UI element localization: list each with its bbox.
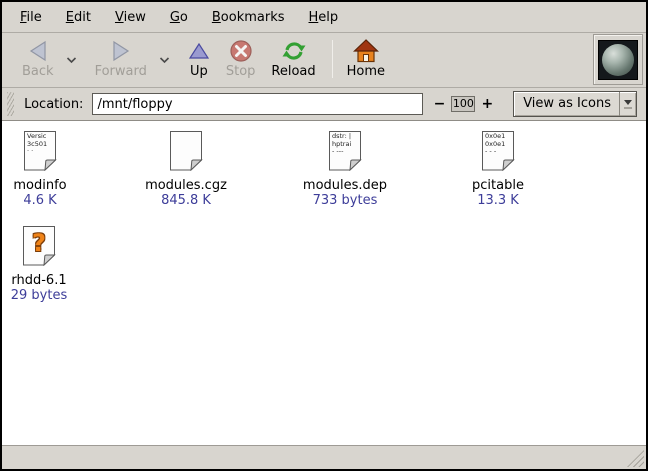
file-item-rhdd[interactable]: ? rhdd-6.1 29 bytes	[0, 225, 109, 303]
file-name: modules.cgz	[116, 178, 256, 193]
file-preview: Versic3c501· ·	[27, 133, 53, 156]
location-label: Location:	[24, 97, 83, 112]
home-label: Home	[347, 64, 385, 80]
document-icon: dstr: |hptrai- ---	[328, 130, 362, 171]
file-item-modinfo[interactable]: Versic3c501· · modinfo 4.6 K	[0, 130, 110, 208]
up-label: Up	[190, 64, 208, 80]
file-size: 13.3 K	[428, 193, 568, 208]
zoom-out-button[interactable]: −	[430, 96, 450, 112]
forward-icon	[109, 37, 133, 64]
file-name: modules.dep	[275, 178, 415, 193]
home-icon	[353, 37, 379, 64]
zoom-level-display: 100	[451, 96, 475, 112]
question-mark-icon: ?	[22, 229, 56, 257]
zoom-in-button[interactable]: +	[477, 96, 497, 112]
back-label: Back	[22, 64, 54, 80]
back-history-dropdown[interactable]	[66, 53, 77, 68]
forward-button[interactable]: Forward	[91, 37, 151, 80]
document-icon	[169, 130, 203, 171]
resize-grip-icon[interactable]	[627, 450, 644, 467]
file-manager-window: File Edit View Go Bookmarks Help Back Fo…	[0, 0, 648, 471]
view-mode-label: View as Icons	[514, 92, 619, 116]
file-size: 4.6 K	[0, 193, 110, 208]
option-menu-bar-icon	[624, 107, 632, 109]
stop-icon	[229, 37, 253, 64]
document-icon: 0x0e10x0e1- - -	[481, 130, 515, 171]
toolbar-separator	[332, 40, 333, 78]
file-name: modinfo	[0, 178, 110, 193]
menu-view[interactable]: View	[103, 4, 158, 31]
view-mode-select[interactable]: View as Icons	[513, 91, 637, 117]
file-size: 733 bytes	[275, 193, 415, 208]
file-name: pcitable	[428, 178, 568, 193]
up-button[interactable]: Up	[184, 37, 214, 80]
file-item-modules-dep[interactable]: dstr: |hptrai- --- modules.dep 733 bytes	[275, 130, 415, 208]
reload-label: Reload	[271, 64, 315, 80]
reload-button[interactable]: Reload	[267, 37, 319, 80]
menu-bookmarks[interactable]: Bookmarks	[200, 4, 297, 31]
stop-button[interactable]: Stop	[222, 37, 260, 80]
throbber-icon	[598, 40, 638, 80]
location-bar: Location: − 100 + View as Icons	[2, 88, 646, 121]
menu-file[interactable]: File	[8, 4, 54, 31]
file-item-modules-cgz[interactable]: modules.cgz 845.8 K	[116, 130, 256, 208]
chevron-down-icon	[159, 57, 170, 64]
toolbar: Back Forward Up	[2, 33, 646, 88]
location-input[interactable]	[92, 93, 422, 115]
document-icon: Versic3c501· ·	[23, 130, 57, 171]
chevron-down-icon	[66, 57, 77, 64]
file-preview: 0x0e10x0e1- - -	[485, 133, 511, 156]
unknown-document-icon: ?	[22, 225, 56, 266]
file-size: 29 bytes	[0, 288, 109, 303]
file-size: 845.8 K	[116, 193, 256, 208]
menu-help[interactable]: Help	[297, 4, 351, 31]
status-bar	[2, 446, 646, 469]
file-item-pcitable[interactable]: 0x0e10x0e1- - - pcitable 13.3 K	[428, 130, 568, 208]
toolbar-grip[interactable]	[7, 92, 14, 116]
view-mode-arrow-box	[619, 92, 636, 116]
menu-go[interactable]: Go	[158, 4, 200, 31]
back-button[interactable]: Back	[18, 37, 58, 80]
reload-icon	[281, 37, 307, 64]
throbber-sphere-icon	[602, 44, 634, 76]
throbber-frame	[593, 34, 643, 85]
file-preview: dstr: |hptrai- ---	[332, 133, 358, 156]
up-icon	[188, 37, 210, 64]
back-icon	[26, 37, 50, 64]
file-name: rhdd-6.1	[0, 273, 109, 288]
home-button[interactable]: Home	[343, 37, 389, 80]
menubar: File Edit View Go Bookmarks Help	[2, 2, 646, 33]
chevron-down-icon	[624, 100, 632, 105]
forward-label: Forward	[95, 64, 147, 80]
forward-history-dropdown[interactable]	[159, 53, 170, 68]
stop-label: Stop	[226, 64, 256, 80]
file-view: Versic3c501· · modinfo 4.6 K modules.cgz…	[2, 121, 646, 446]
menu-edit[interactable]: Edit	[54, 4, 103, 31]
